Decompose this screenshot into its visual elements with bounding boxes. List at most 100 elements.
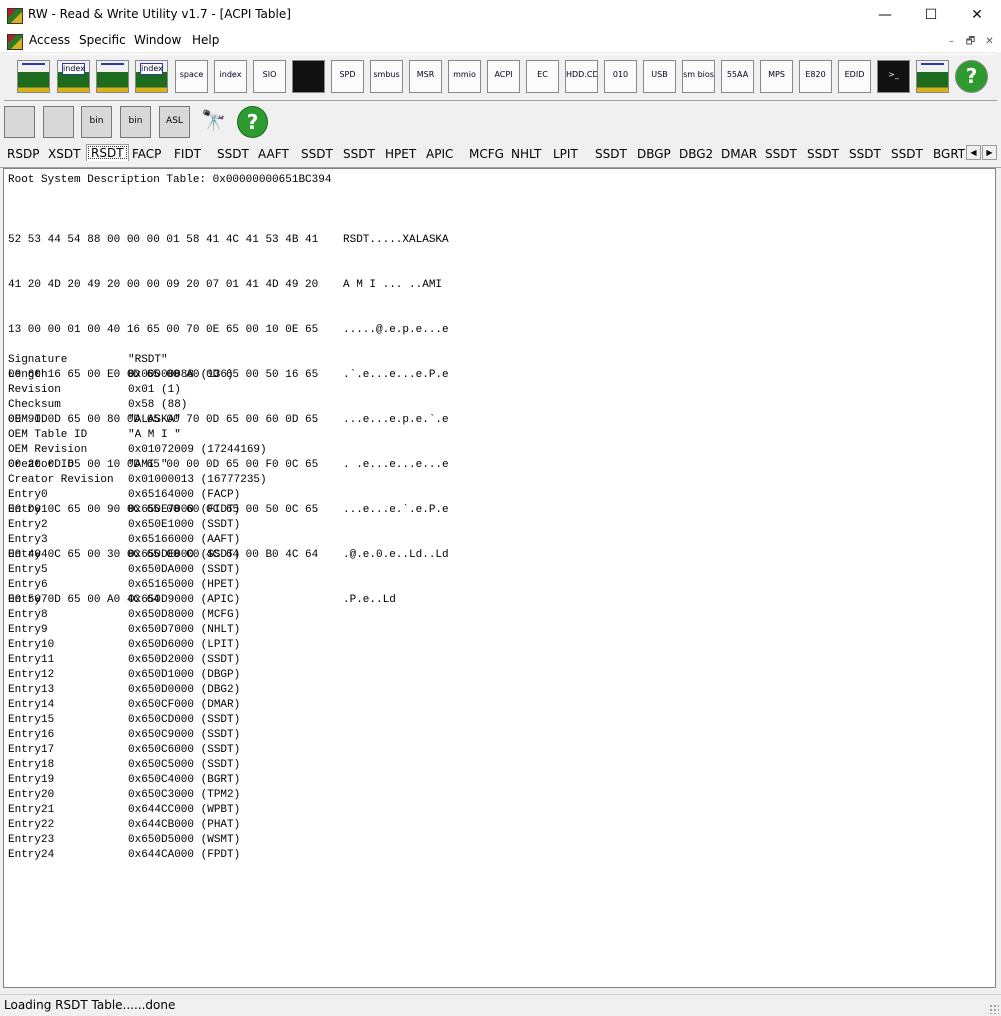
menu-help[interactable]: Help bbox=[192, 33, 219, 47]
hex-line: 41 20 4D 20 49 20 00 00 09 20 07 01 41 4… bbox=[8, 279, 319, 291]
tab-ssdt[interactable]: SSDT bbox=[807, 147, 839, 161]
tab-rsdt[interactable]: RSDT bbox=[86, 144, 129, 161]
status-text: Loading RSDT Table......done bbox=[4, 998, 176, 1012]
field-value: 0x01072009 (17244169) bbox=[128, 444, 267, 456]
field-row: Entry9 0x650D7000 (NHLT) bbox=[8, 623, 267, 638]
tab-ssdt[interactable]: SSDT bbox=[891, 147, 923, 161]
field-row: Entry17 0x650C6000 (SSDT) bbox=[8, 743, 267, 758]
spd-icon[interactable]: SPD bbox=[331, 60, 364, 93]
field-value: 0x650D8000 (MCFG) bbox=[128, 609, 241, 621]
oscilloscope-icon[interactable] bbox=[292, 60, 325, 93]
table-header: Root System Description Table: 0x0000000… bbox=[8, 174, 332, 186]
maximize-button[interactable]: ☐ bbox=[908, 0, 954, 31]
field-value: 0x650D2000 (SSDT) bbox=[128, 654, 241, 666]
memory-icon[interactable] bbox=[96, 60, 129, 93]
app-icon[interactable] bbox=[7, 8, 23, 24]
save-all-bin-icon[interactable]: bin bbox=[120, 106, 151, 138]
field-row: Signature "RSDT" bbox=[8, 353, 267, 368]
tab-dmar[interactable]: DMAR bbox=[721, 147, 757, 161]
field-name: Creator ID bbox=[8, 459, 75, 471]
io-space-icon[interactable]: space bbox=[175, 60, 208, 93]
tab-bgrt[interactable]: BGRT bbox=[933, 147, 965, 161]
ec-icon[interactable]: EC bbox=[526, 60, 559, 93]
menu-window[interactable]: Window bbox=[134, 33, 181, 47]
tab-dbgp[interactable]: DBGP bbox=[637, 147, 671, 161]
tab-scroll-left-button[interactable]: ◀ bbox=[966, 145, 981, 160]
usb-icon[interactable]: USB bbox=[643, 60, 676, 93]
tab-rsdp[interactable]: RSDP bbox=[7, 147, 39, 161]
msr-icon[interactable]: MSR bbox=[409, 60, 442, 93]
field-name: Entry7 bbox=[8, 594, 48, 606]
smbus-icon[interactable]: smbus bbox=[370, 60, 403, 93]
io-index-icon[interactable]: index bbox=[214, 60, 247, 93]
field-name: Entry22 bbox=[8, 819, 55, 831]
tab-apic[interactable]: APIC bbox=[426, 147, 453, 161]
table-content[interactable]: Root System Description Table: 0x0000000… bbox=[3, 168, 996, 988]
disk-010-icon[interactable]: 010 bbox=[604, 60, 637, 93]
tab-dbg2[interactable]: DBG2 bbox=[679, 147, 713, 161]
field-name: Entry0 bbox=[8, 489, 48, 501]
field-name: Entry6 bbox=[8, 579, 48, 591]
menu-access[interactable]: Access bbox=[29, 33, 70, 47]
field-row: Entry19 0x650C4000 (BGRT) bbox=[8, 773, 267, 788]
field-row: Entry24 0x644CA000 (FPDT) bbox=[8, 848, 267, 863]
memory-index-icon[interactable]: index bbox=[135, 60, 168, 93]
55aa-icon[interactable]: 55AA bbox=[721, 60, 754, 93]
tab-aaft[interactable]: AAFT bbox=[258, 147, 289, 161]
edid-icon[interactable]: EDID bbox=[838, 60, 871, 93]
field-value: 0x650C5000 (SSDT) bbox=[128, 759, 241, 771]
tab-hpet[interactable]: HPET bbox=[385, 147, 416, 161]
field-row: Revision 0x01 (1) bbox=[8, 383, 267, 398]
field-name: Entry19 bbox=[8, 774, 55, 786]
save-icon[interactable] bbox=[4, 106, 35, 138]
save-all-icon[interactable] bbox=[43, 106, 74, 138]
field-value: "A M I " bbox=[128, 429, 181, 441]
hex-line: 13 00 00 01 00 40 16 65 00 70 0E 65 00 1… bbox=[8, 324, 319, 336]
find-icon[interactable]: 🔭 bbox=[198, 106, 229, 138]
mdi-restore-button[interactable]: 🗗 bbox=[962, 33, 979, 50]
superio-icon[interactable]: SIO bbox=[253, 60, 286, 93]
minimize-button[interactable]: — bbox=[862, 0, 908, 31]
close-button[interactable]: ✕ bbox=[954, 0, 1000, 31]
field-value: 0x01000013 (16777235) bbox=[128, 474, 267, 486]
tab-xsdt[interactable]: XSDT bbox=[48, 147, 80, 161]
field-value: 0x650E1000 (SSDT) bbox=[128, 519, 241, 531]
child-window-icon[interactable] bbox=[7, 34, 23, 50]
tab-ssdt[interactable]: SSDT bbox=[849, 147, 881, 161]
command-window-icon[interactable]: >_ bbox=[877, 60, 910, 93]
e820-icon[interactable]: E820 bbox=[799, 60, 832, 93]
mdi-minimize-button[interactable]: – bbox=[943, 33, 960, 50]
tab-scroll-right-button[interactable]: ▶ bbox=[982, 145, 997, 160]
pci-icon[interactable] bbox=[17, 60, 50, 93]
tab-ssdt[interactable]: SSDT bbox=[765, 147, 797, 161]
tab-ssdt[interactable]: SSDT bbox=[217, 147, 249, 161]
tab-facp[interactable]: FACP bbox=[132, 147, 161, 161]
acpi-icon[interactable]: ACPI bbox=[487, 60, 520, 93]
resize-grip[interactable] bbox=[989, 1004, 999, 1014]
field-name: Entry4 bbox=[8, 549, 48, 561]
tab-ssdt[interactable]: SSDT bbox=[343, 147, 375, 161]
asl-icon[interactable]: ASL bbox=[159, 106, 190, 138]
tab-mcfg[interactable]: MCFG bbox=[469, 147, 504, 161]
mmio-icon[interactable]: mmio bbox=[448, 60, 481, 93]
tab-fidt[interactable]: FIDT bbox=[174, 147, 201, 161]
mdi-close-button[interactable]: ✕ bbox=[981, 33, 998, 50]
tab-lpit[interactable]: LPIT bbox=[553, 147, 578, 161]
smbios-icon[interactable]: sm bios bbox=[682, 60, 715, 93]
field-row: Entry11 0x650D2000 (SSDT) bbox=[8, 653, 267, 668]
menu-specific[interactable]: Specific bbox=[79, 33, 126, 47]
field-row: Creator Revision 0x01000013 (16777235) bbox=[8, 473, 267, 488]
tab-ssdt[interactable]: SSDT bbox=[301, 147, 333, 161]
hex-line: 52 53 44 54 88 00 00 00 01 58 41 4C 41 5… bbox=[8, 234, 319, 246]
mps-icon[interactable]: MPS bbox=[760, 60, 793, 93]
field-value: 0x65166000 (AAFT) bbox=[128, 534, 241, 546]
save-bin-icon[interactable]: bin bbox=[81, 106, 112, 138]
tab-nhlt[interactable]: NHLT bbox=[511, 147, 541, 161]
hdd-cd-icon[interactable]: HDD.CD bbox=[565, 60, 598, 93]
tab-ssdt[interactable]: SSDT bbox=[595, 147, 627, 161]
battery-icon[interactable] bbox=[916, 60, 949, 93]
help-icon[interactable]: ? bbox=[237, 106, 268, 138]
field-name: Entry21 bbox=[8, 804, 55, 816]
pci-index-icon[interactable]: index bbox=[57, 60, 90, 93]
help-icon[interactable]: ? bbox=[955, 60, 988, 93]
